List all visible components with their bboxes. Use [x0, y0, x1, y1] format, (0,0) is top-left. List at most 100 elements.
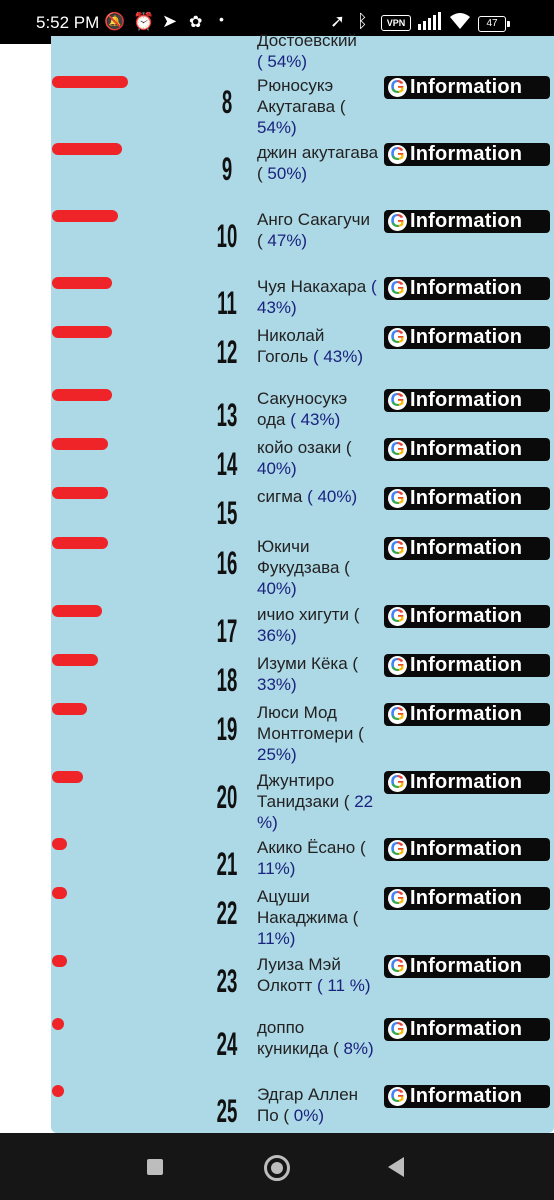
information-label: Information: [410, 537, 523, 559]
score-bar: [52, 487, 108, 499]
score-bar: [52, 1018, 64, 1030]
rank-number: 16: [216, 545, 238, 581]
character-name: Чуя Накахара ( 43%): [257, 276, 379, 318]
information-button[interactable]: G Information: [384, 703, 550, 726]
percent-text: 36%): [257, 626, 297, 645]
rank-number: 14: [216, 446, 238, 482]
rank-number: 11: [217, 285, 237, 321]
information-button[interactable]: G Information: [384, 887, 550, 910]
information-button[interactable]: G Information: [384, 438, 550, 461]
information-label: Information: [410, 76, 523, 98]
status-time: 5:52 PM: [36, 13, 100, 32]
information-button[interactable]: G Information: [384, 1018, 550, 1041]
score-bar: [52, 277, 112, 289]
partial-row-name: Достоевский ( 54%): [257, 31, 357, 71]
muted-notification-icon: 🔕: [104, 12, 126, 31]
information-label: Information: [410, 703, 523, 725]
character-name: сигма ( 40%): [257, 486, 379, 507]
recent-apps-button[interactable]: [147, 1159, 163, 1175]
character-name: Ацуши Накаджима ( 11%): [257, 886, 379, 949]
google-icon: G: [388, 1086, 407, 1106]
information-label: Information: [410, 955, 523, 977]
information-label: Information: [410, 210, 523, 232]
google-icon: G: [388, 144, 407, 164]
name-text: доппо куникида (: [257, 1018, 339, 1058]
percent-text: 40%): [257, 579, 297, 598]
google-icon: G: [388, 538, 407, 558]
rank-number: 21: [216, 846, 238, 882]
information-button[interactable]: G Information: [384, 389, 550, 412]
google-icon: G: [388, 77, 407, 97]
percent-text: 0%): [293, 1106, 325, 1125]
percent-text: 11%): [257, 859, 296, 878]
information-label: Information: [410, 389, 523, 411]
information-button[interactable]: G Information: [384, 838, 550, 861]
rank-number: 18: [216, 662, 238, 698]
character-name: койо озаки ( 40%): [257, 437, 379, 479]
information-button[interactable]: G Information: [384, 605, 550, 628]
percent-text: 47%): [267, 231, 308, 250]
score-bar: [52, 955, 67, 967]
score-bar: [52, 771, 83, 783]
information-button[interactable]: G Information: [384, 487, 550, 510]
percent-text: ( 43%): [290, 410, 341, 429]
rank-number: 17: [216, 613, 238, 649]
rank-number: 8: [221, 84, 233, 120]
information-label: Information: [410, 1085, 523, 1107]
percent-text: ( 40%): [307, 487, 358, 506]
information-button[interactable]: G Information: [384, 210, 550, 233]
information-button[interactable]: G Information: [384, 537, 550, 560]
percent-text: 50%): [267, 164, 308, 183]
information-button[interactable]: G Information: [384, 771, 550, 794]
score-bar: [52, 1085, 64, 1097]
character-name: Джунтиро Танидзаки ( 22 %): [257, 770, 379, 833]
character-name: Анго Сакагучи ( 47%): [257, 209, 379, 251]
google-icon: G: [388, 327, 407, 347]
information-button[interactable]: G Information: [384, 1085, 550, 1108]
character-name: Николай Гоголь ( 43%): [257, 325, 379, 367]
score-bar: [52, 210, 118, 222]
character-name: Изуми Кёка ( 33%): [257, 653, 379, 695]
score-bar: [52, 537, 108, 549]
information-button[interactable]: G Information: [384, 955, 550, 978]
google-icon: G: [388, 439, 407, 459]
information-button[interactable]: G Information: [384, 143, 550, 166]
score-bar: [52, 654, 98, 666]
google-icon: G: [388, 655, 407, 675]
google-icon: G: [388, 772, 407, 792]
telegram-icon: ➤: [162, 11, 178, 31]
information-button[interactable]: G Information: [384, 326, 550, 349]
character-name: Рюносукэ Акутагава ( 54%): [257, 75, 379, 138]
rank-number: 12: [216, 334, 238, 370]
google-icon: G: [388, 888, 407, 908]
character-name: доппо куникида ( 8%): [257, 1017, 379, 1059]
information-label: Information: [410, 771, 523, 793]
information-button[interactable]: G Information: [384, 277, 550, 300]
rank-number: 22: [216, 895, 238, 931]
percent-text: 11%): [257, 929, 296, 948]
home-button[interactable]: [264, 1155, 290, 1181]
score-bar: [52, 76, 128, 88]
information-button[interactable]: G Information: [384, 654, 550, 677]
character-name: Акико Ёсано ( 11%): [257, 837, 379, 879]
information-label: Information: [410, 277, 523, 299]
location-icon: ➚: [330, 11, 346, 31]
app-icon: ✿: [189, 14, 203, 31]
bluetooth-icon: ᛒ: [357, 11, 368, 31]
information-label: Information: [410, 1018, 523, 1040]
wifi-icon: [448, 11, 472, 36]
rank-number: 9: [221, 151, 233, 187]
information-label: Information: [410, 143, 523, 165]
google-icon: G: [388, 956, 407, 976]
rank-number: 24: [216, 1026, 238, 1062]
google-icon: G: [388, 839, 407, 859]
information-button[interactable]: G Information: [384, 76, 550, 99]
percent-text: 40%): [257, 459, 297, 478]
google-icon: G: [388, 488, 407, 508]
score-bar: [52, 887, 67, 899]
google-icon: G: [388, 211, 407, 231]
character-name: Эдгар Аллен По ( 0%): [257, 1084, 379, 1126]
back-button[interactable]: [388, 1157, 404, 1177]
percent-text: 33%): [257, 675, 297, 694]
rank-number: 23: [216, 963, 238, 999]
